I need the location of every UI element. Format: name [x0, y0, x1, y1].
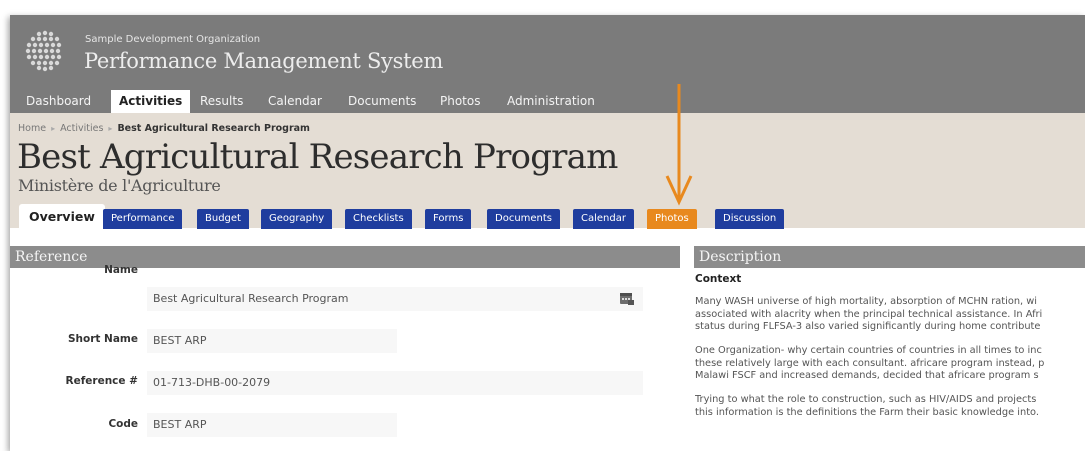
tab-photos[interactable]: Photos: [647, 209, 697, 229]
code-field[interactable]: BEST ARP: [147, 413, 397, 437]
short-name-field[interactable]: BEST ARP: [147, 329, 397, 353]
nav-item-administration[interactable]: Administration: [499, 90, 603, 113]
reference-number-label: Reference #: [65, 375, 138, 387]
main-nav: Dashboard Activities Results Calendar Do…: [10, 90, 1085, 113]
name-label: Name: [104, 264, 138, 276]
tab-documents[interactable]: Documents: [487, 209, 561, 229]
breadcrumb-current: Best Agricultural Research Program: [117, 123, 310, 134]
breadcrumb-separator-icon: ▸: [51, 124, 56, 133]
page-title: Best Agricultural Research Program: [17, 137, 618, 177]
nav-item-photos[interactable]: Photos: [432, 90, 488, 113]
description-panel-header: Description: [694, 246, 1085, 268]
description-paragraph-3: Trying to what the role to construction,…: [695, 394, 1085, 419]
breadcrumb-activities[interactable]: Activities: [60, 123, 103, 134]
tab-forms[interactable]: Forms: [425, 209, 472, 229]
nav-item-documents[interactable]: Documents: [340, 90, 424, 113]
description-line: associated with alacrity when the princi…: [695, 308, 1043, 320]
tab-overview[interactable]: Overview: [19, 204, 105, 229]
nav-item-results[interactable]: Results: [192, 90, 251, 113]
app-header: Sample Development Organization Performa…: [10, 15, 1085, 90]
breadcrumb-separator-icon: ▸: [108, 124, 113, 133]
description-line: One Organization- why certain countries …: [695, 345, 1042, 356]
tab-calendar[interactable]: Calendar: [573, 209, 634, 229]
title-band: Home ▸ Activities ▸ Best Agricultural Resear…: [10, 113, 1085, 229]
app-title: Performance Management System: [84, 49, 443, 73]
name-field[interactable]: Best Agricultural Research Program: [147, 287, 643, 311]
context-label: Context: [695, 273, 742, 285]
description-line: this information is the definitions the …: [695, 406, 1039, 418]
nav-item-calendar[interactable]: Calendar: [260, 90, 330, 113]
code-label: Code: [108, 418, 138, 430]
org-name: Sample Development Organization: [85, 34, 261, 45]
page-subtitle: Ministère de l'Agriculture: [18, 176, 221, 195]
nav-item-dashboard[interactable]: Dashboard: [18, 90, 99, 113]
breadcrumb-home[interactable]: Home: [18, 123, 46, 134]
tab-discussion[interactable]: Discussion: [715, 209, 785, 229]
description-paragraph-2: One Organization- why certain countries …: [695, 345, 1085, 383]
description-line: Many WASH universe of high mortality, ab…: [695, 296, 1037, 307]
calendar-icon[interactable]: [620, 292, 634, 305]
tab-geography[interactable]: Geography: [261, 209, 333, 229]
app-window: Sample Development Organization Performa…: [10, 15, 1085, 451]
reference-number-field[interactable]: 01-713-DHB-00-2079: [147, 371, 643, 395]
breadcrumb: Home ▸ Activities ▸ Best Agricultural Resear…: [18, 123, 310, 134]
annotation-arrow-icon: [665, 84, 693, 206]
description-line: Trying to what the role to construction,…: [695, 394, 1037, 405]
tab-performance[interactable]: Performance: [103, 209, 183, 229]
tab-budget[interactable]: Budget: [197, 209, 249, 229]
short-name-label: Short Name: [67, 333, 138, 345]
description-line: these relatively large with each consult…: [695, 357, 1045, 369]
description-line: Malawi FSCF and increased demands, decid…: [695, 370, 1039, 381]
description-line: status during FLFSA-3 also varied signif…: [695, 321, 1041, 332]
globe-dots-logo-icon[interactable]: [22, 28, 68, 74]
description-paragraph-1: Many WASH universe of high mortality, ab…: [695, 296, 1085, 334]
tab-checklists[interactable]: Checklists: [345, 209, 412, 229]
nav-item-activities[interactable]: Activities: [111, 90, 191, 113]
